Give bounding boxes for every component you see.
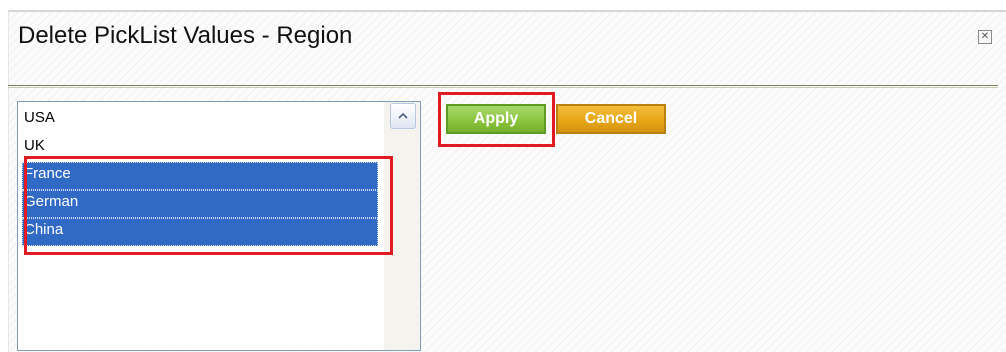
list-item-uk[interactable]: UK xyxy=(22,134,378,162)
dialog-title: Delete PickList Values - Region xyxy=(18,22,353,49)
title-divider xyxy=(8,85,998,86)
listbox-scrollbar[interactable] xyxy=(384,102,420,350)
apply-button[interactable]: Apply xyxy=(446,104,546,134)
list-item-german[interactable]: German xyxy=(22,190,378,218)
picklist-values-listbox[interactable]: USA UK France German China xyxy=(17,101,421,351)
list-item-france[interactable]: France xyxy=(22,162,378,190)
picklist-options: USA UK France German China xyxy=(18,102,420,246)
scroll-up-button[interactable] xyxy=(390,103,416,129)
list-item-usa[interactable]: USA xyxy=(22,106,378,134)
close-button[interactable]: ✕ xyxy=(978,30,992,44)
chevron-up-icon xyxy=(398,113,408,119)
close-icon: ✕ xyxy=(980,31,990,42)
title-divider-shadow xyxy=(8,87,998,88)
list-item-china[interactable]: China xyxy=(22,218,378,246)
cancel-button[interactable]: Cancel xyxy=(556,104,666,134)
